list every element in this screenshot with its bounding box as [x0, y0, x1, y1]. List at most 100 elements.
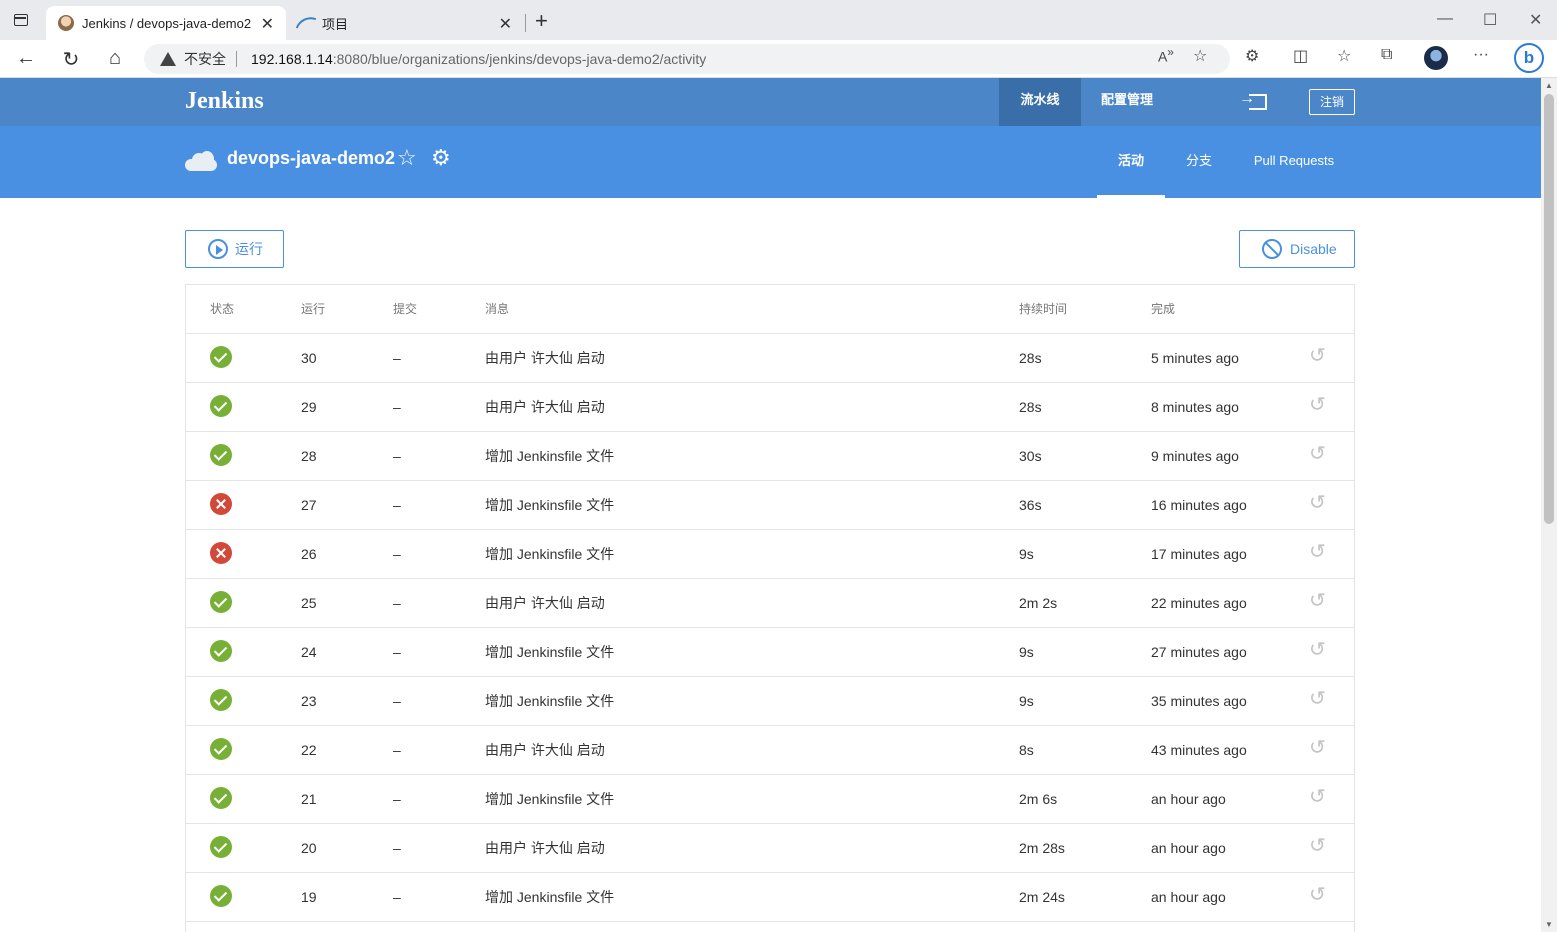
- new-tab-icon[interactable]: +: [535, 8, 548, 34]
- run-completed: 22 minutes ago: [1151, 595, 1247, 611]
- logout-button[interactable]: 注销: [1309, 89, 1355, 115]
- replay-icon[interactable]: ↺: [1309, 640, 1329, 660]
- tab-title: Jenkins / devops-java-demo2: [82, 15, 252, 31]
- project-title[interactable]: devops-java-demo2: [227, 148, 395, 169]
- header-run: 运行: [301, 302, 326, 316]
- run-duration: 2m 2s: [1019, 595, 1058, 611]
- security-label[interactable]: 不安全: [184, 49, 226, 69]
- table-row[interactable]: 22 – 由用户 许大仙 启动 8s 43 minutes ago ↺: [186, 726, 1354, 775]
- table-row[interactable]: 30 – 由用户 许大仙 启动 28s 5 minutes ago ↺: [186, 334, 1354, 383]
- run-completed: 5 minutes ago: [1151, 350, 1239, 366]
- run-message: 增加 Jenkinsfile 文件: [485, 644, 615, 660]
- success-check-icon: [210, 591, 232, 613]
- profile-avatar[interactable]: [1424, 46, 1448, 70]
- replay-icon[interactable]: ↺: [1309, 591, 1329, 611]
- table-row[interactable]: 28 – 增加 Jenkinsfile 文件 30s 9 minutes ago ↺: [186, 432, 1354, 481]
- jenkins-logo[interactable]: Jenkins: [185, 88, 264, 115]
- page-scrollbar[interactable]: ▲ ▼: [1541, 78, 1557, 932]
- minimize-icon[interactable]: —: [1437, 10, 1453, 28]
- scroll-down-icon[interactable]: ▼: [1545, 920, 1553, 929]
- add-favorite-icon[interactable]: ☆: [1193, 46, 1207, 66]
- extensions-icon[interactable]: ⚙: [1245, 46, 1259, 66]
- more-menu-icon[interactable]: ···: [1473, 46, 1489, 64]
- nav-pipelines[interactable]: 流水线: [999, 78, 1081, 126]
- disable-label: Disable: [1290, 241, 1337, 257]
- header-status: 状态: [210, 302, 235, 316]
- tab-close-icon[interactable]: ✕: [499, 14, 512, 34]
- disable-button[interactable]: Disable: [1239, 230, 1355, 268]
- replay-icon[interactable]: ↺: [1309, 346, 1329, 366]
- gear-icon[interactable]: ⚙: [431, 145, 451, 171]
- replay-icon[interactable]: ↺: [1309, 395, 1329, 415]
- run-completed: 8 minutes ago: [1151, 399, 1239, 415]
- reload-icon[interactable]: ↻: [59, 47, 83, 72]
- success-check-icon: [210, 346, 232, 368]
- run-number: 29: [301, 399, 317, 415]
- success-check-icon: [210, 738, 232, 760]
- split-screen-icon[interactable]: ◫: [1293, 46, 1308, 66]
- replay-icon[interactable]: ↺: [1309, 493, 1329, 513]
- exit-icon[interactable]: [1239, 90, 1267, 110]
- play-icon: [208, 239, 228, 259]
- run-completed: an hour ago: [1151, 889, 1226, 905]
- replay-icon[interactable]: ↺: [1309, 738, 1329, 758]
- run-number: 19: [301, 889, 317, 905]
- tab-pull-requests[interactable]: Pull Requests: [1245, 126, 1343, 198]
- table-row[interactable]: 29 – 由用户 许大仙 启动 28s 8 minutes ago ↺: [186, 383, 1354, 432]
- success-check-icon: [210, 395, 232, 417]
- back-icon[interactable]: ←: [14, 47, 38, 70]
- bing-icon[interactable]: b: [1514, 43, 1544, 73]
- table-row[interactable]: 25 – 由用户 许大仙 启动 2m 2s 22 minutes ago ↺: [186, 579, 1354, 628]
- run-number: 28: [301, 448, 317, 464]
- table-row[interactable]: 23 – 增加 Jenkinsfile 文件 9s 35 minutes ago ↺: [186, 677, 1354, 726]
- favorites-icon[interactable]: ☆: [1337, 46, 1351, 66]
- read-aloud-icon[interactable]: A»: [1158, 46, 1174, 65]
- run-duration: 2m 28s: [1019, 840, 1065, 856]
- replay-icon[interactable]: ↺: [1309, 885, 1329, 905]
- table-row[interactable]: 20 – 由用户 许大仙 启动 2m 28s an hour ago ↺: [186, 824, 1354, 873]
- replay-icon[interactable]: ↺: [1309, 787, 1329, 807]
- run-duration: 8s: [1019, 742, 1034, 758]
- table-row[interactable]: 24 – 增加 Jenkinsfile 文件 9s 27 minutes ago ↺: [186, 628, 1354, 677]
- commit-id: –: [393, 546, 401, 562]
- browser-tab-jenkins[interactable]: Jenkins / devops-java-demo2 ✕: [46, 6, 286, 40]
- tab-actions-icon[interactable]: [14, 14, 28, 26]
- replay-icon[interactable]: ↺: [1309, 444, 1329, 464]
- run-label: 运行: [235, 241, 263, 257]
- replay-icon[interactable]: ↺: [1309, 836, 1329, 856]
- browser-tab-project[interactable]: 项目 ✕: [288, 6, 524, 40]
- run-duration: 28s: [1019, 399, 1042, 415]
- run-duration: 9s: [1019, 693, 1034, 709]
- table-row[interactable]: 19 – 增加 Jenkinsfile 文件 2m 24s an hour ago ↺: [186, 873, 1354, 922]
- run-number: 24: [301, 644, 317, 660]
- success-check-icon: [210, 444, 232, 466]
- nav-admin[interactable]: 配置管理: [1101, 78, 1153, 126]
- collections-icon[interactable]: ⧉: [1381, 46, 1392, 64]
- scroll-thumb[interactable]: [1544, 94, 1554, 524]
- run-completed: 27 minutes ago: [1151, 644, 1247, 660]
- table-row[interactable]: 21 – 增加 Jenkinsfile 文件 2m 6s an hour ago ↺: [186, 775, 1354, 824]
- scroll-up-icon[interactable]: ▲: [1545, 81, 1553, 90]
- run-completed: an hour ago: [1151, 791, 1226, 807]
- star-icon[interactable]: ☆: [397, 145, 417, 171]
- table-row[interactable]: 26 – 增加 Jenkinsfile 文件 9s 17 minutes ago ↺: [186, 530, 1354, 579]
- home-icon[interactable]: ⌂: [103, 47, 127, 70]
- commit-id: –: [393, 791, 401, 807]
- address-bar[interactable]: 不安全 192.168.1.14:8080/blue/organizations…: [144, 44, 1230, 74]
- tab-close-icon[interactable]: ✕: [261, 14, 274, 34]
- table-row[interactable]: 27 – 增加 Jenkinsfile 文件 36s 16 minutes ago ↺: [186, 481, 1354, 530]
- replay-icon[interactable]: ↺: [1309, 542, 1329, 562]
- browser-tab-strip: Jenkins / devops-java-demo2 ✕ 项目 ✕ + — ☐…: [0, 0, 1557, 40]
- maximize-icon[interactable]: ☐: [1483, 10, 1497, 30]
- replay-icon[interactable]: ↺: [1309, 689, 1329, 709]
- cloud-icon: [185, 151, 217, 171]
- run-number: 30: [301, 350, 317, 366]
- tab-branches[interactable]: 分支: [1175, 126, 1223, 198]
- address-divider: [236, 51, 237, 67]
- tab-activity[interactable]: 活动: [1097, 126, 1165, 198]
- run-button[interactable]: 运行: [185, 230, 284, 268]
- window-close-icon[interactable]: ✕: [1529, 10, 1542, 30]
- run-message: 增加 Jenkinsfile 文件: [485, 546, 615, 562]
- run-message: 增加 Jenkinsfile 文件: [485, 889, 615, 905]
- tab-separator: [525, 14, 526, 32]
